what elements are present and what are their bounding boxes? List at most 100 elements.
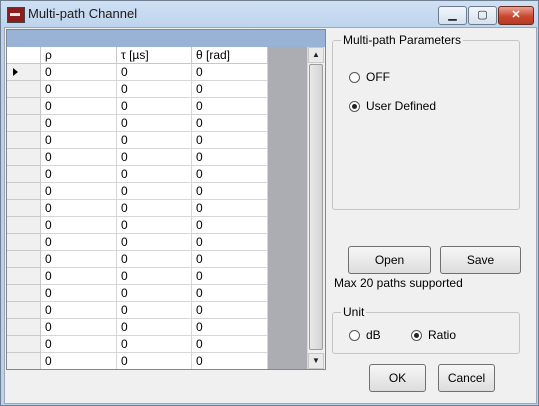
cell-tau[interactable]: 0: [117, 217, 192, 234]
grid-vertical-scrollbar[interactable]: ▲ ▼: [307, 47, 325, 369]
paths-data-grid[interactable]: ρ τ [µs] θ [rad] 00000000000000000000000…: [6, 29, 326, 370]
row-header[interactable]: [7, 166, 41, 183]
cell-theta[interactable]: 0: [192, 115, 268, 132]
table-row[interactable]: 000: [7, 319, 268, 336]
cell-theta[interactable]: 0: [192, 200, 268, 217]
cell-rho[interactable]: 0: [41, 200, 117, 217]
table-row[interactable]: 000: [7, 200, 268, 217]
title-bar[interactable]: Multi-path Channel ▁ ▢ ✕: [1, 1, 538, 28]
table-row[interactable]: 000: [7, 81, 268, 98]
table-row[interactable]: 000: [7, 217, 268, 234]
row-header[interactable]: [7, 285, 41, 302]
cell-theta[interactable]: 0: [192, 251, 268, 268]
cell-theta[interactable]: 0: [192, 336, 268, 353]
cell-tau[interactable]: 0: [117, 132, 192, 149]
row-header[interactable]: [7, 353, 41, 369]
table-row[interactable]: 000: [7, 149, 268, 166]
cell-theta[interactable]: 0: [192, 268, 268, 285]
cell-tau[interactable]: 0: [117, 319, 192, 336]
close-button[interactable]: ✕: [498, 6, 534, 25]
radio-off[interactable]: OFF: [349, 70, 390, 84]
cell-theta[interactable]: 0: [192, 64, 268, 81]
cell-rho[interactable]: 0: [41, 166, 117, 183]
cell-tau[interactable]: 0: [117, 200, 192, 217]
cell-tau[interactable]: 0: [117, 81, 192, 98]
table-row[interactable]: 000: [7, 302, 268, 319]
table-row[interactable]: 000: [7, 336, 268, 353]
radio-user-defined[interactable]: User Defined: [349, 99, 436, 113]
cell-rho[interactable]: 0: [41, 251, 117, 268]
cell-rho[interactable]: 0: [41, 319, 117, 336]
cell-theta[interactable]: 0: [192, 183, 268, 200]
column-header-theta[interactable]: θ [rad]: [192, 47, 268, 64]
open-button[interactable]: Open: [348, 246, 431, 274]
column-header-rho[interactable]: ρ: [41, 47, 117, 64]
row-header[interactable]: [7, 302, 41, 319]
radio-ratio-indicator[interactable]: [411, 329, 422, 341]
table-row[interactable]: 000: [7, 64, 268, 81]
row-header[interactable]: [7, 98, 41, 115]
row-header[interactable]: [7, 115, 41, 132]
cell-rho[interactable]: 0: [41, 115, 117, 132]
scrollbar-thumb[interactable]: [309, 64, 323, 350]
table-row[interactable]: 000: [7, 234, 268, 251]
ok-button[interactable]: OK: [369, 364, 426, 392]
radio-off-indicator[interactable]: [349, 71, 360, 83]
table-row[interactable]: 000: [7, 285, 268, 302]
table-row[interactable]: 000: [7, 98, 268, 115]
radio-db-indicator[interactable]: [349, 329, 360, 341]
maximize-button[interactable]: ▢: [468, 6, 497, 25]
cell-tau[interactable]: 0: [117, 251, 192, 268]
cell-theta[interactable]: 0: [192, 81, 268, 98]
row-header[interactable]: [7, 200, 41, 217]
cell-theta[interactable]: 0: [192, 98, 268, 115]
cell-rho[interactable]: 0: [41, 234, 117, 251]
cell-tau[interactable]: 0: [117, 149, 192, 166]
cell-rho[interactable]: 0: [41, 217, 117, 234]
table-row[interactable]: 000: [7, 115, 268, 132]
table-row[interactable]: 000: [7, 251, 268, 268]
cell-theta[interactable]: 0: [192, 217, 268, 234]
cell-rho[interactable]: 0: [41, 64, 117, 81]
save-button[interactable]: Save: [440, 246, 521, 274]
table-row[interactable]: 000: [7, 353, 268, 369]
row-header[interactable]: [7, 183, 41, 200]
cell-theta[interactable]: 0: [192, 132, 268, 149]
row-header[interactable]: [7, 217, 41, 234]
row-header[interactable]: [7, 234, 41, 251]
cell-rho[interactable]: 0: [41, 132, 117, 149]
corner-header-cell[interactable]: [7, 47, 41, 64]
cancel-button[interactable]: Cancel: [438, 364, 495, 392]
radio-db[interactable]: dB: [349, 328, 381, 342]
table-row[interactable]: 000: [7, 268, 268, 285]
cell-theta[interactable]: 0: [192, 149, 268, 166]
row-header[interactable]: [7, 132, 41, 149]
cell-tau[interactable]: 0: [117, 285, 192, 302]
row-header[interactable]: [7, 81, 41, 98]
cell-theta[interactable]: 0: [192, 353, 268, 369]
cell-rho[interactable]: 0: [41, 81, 117, 98]
cell-theta[interactable]: 0: [192, 285, 268, 302]
scroll-up-arrow-icon[interactable]: ▲: [308, 47, 324, 63]
table-row[interactable]: 000: [7, 166, 268, 183]
scroll-down-arrow-icon[interactable]: ▼: [308, 353, 324, 369]
cell-tau[interactable]: 0: [117, 115, 192, 132]
cell-tau[interactable]: 0: [117, 353, 192, 369]
cell-tau[interactable]: 0: [117, 268, 192, 285]
cell-tau[interactable]: 0: [117, 98, 192, 115]
cell-tau[interactable]: 0: [117, 302, 192, 319]
column-header-tau[interactable]: τ [µs]: [117, 47, 192, 64]
table-row[interactable]: 000: [7, 183, 268, 200]
cell-tau[interactable]: 0: [117, 183, 192, 200]
cell-rho[interactable]: 0: [41, 285, 117, 302]
cell-rho[interactable]: 0: [41, 183, 117, 200]
cell-rho[interactable]: 0: [41, 149, 117, 166]
cell-theta[interactable]: 0: [192, 166, 268, 183]
cell-theta[interactable]: 0: [192, 302, 268, 319]
cell-theta[interactable]: 0: [192, 234, 268, 251]
cell-tau[interactable]: 0: [117, 166, 192, 183]
minimize-button[interactable]: ▁: [438, 6, 467, 25]
cell-tau[interactable]: 0: [117, 64, 192, 81]
radio-user-defined-indicator[interactable]: [349, 100, 360, 112]
cell-tau[interactable]: 0: [117, 336, 192, 353]
